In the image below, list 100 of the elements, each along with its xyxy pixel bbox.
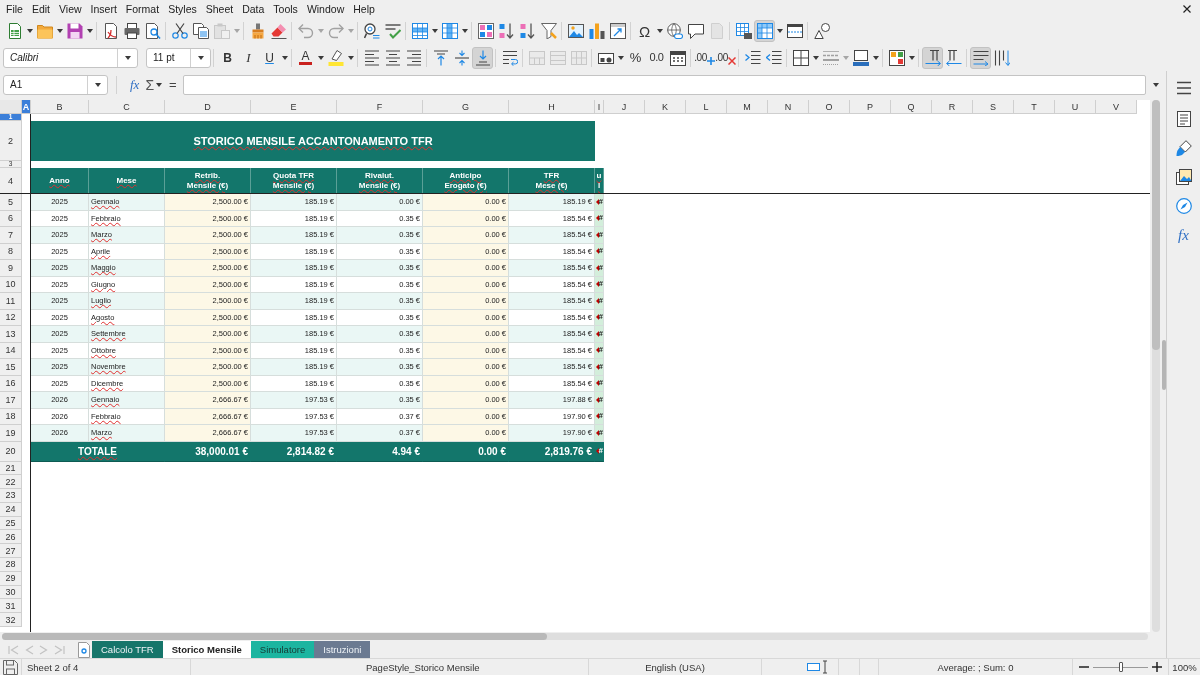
vertical-scrollbar[interactable]: [1152, 100, 1160, 632]
row-header[interactable]: 9: [0, 260, 22, 277]
row-header[interactable]: 13: [0, 326, 22, 343]
column-header[interactable]: G: [423, 100, 509, 114]
row-header[interactable]: 19: [0, 425, 22, 442]
row-header[interactable]: 22: [0, 475, 22, 490]
caret-icon[interactable]: [1153, 82, 1159, 87]
plus-icon[interactable]: [1152, 662, 1162, 672]
toolbar-button[interactable]: %: [625, 46, 646, 69]
menu-item[interactable]: File: [6, 3, 23, 15]
cross-icon[interactable]: [727, 56, 736, 65]
column-header[interactable]: P: [850, 100, 891, 114]
caret-icon[interactable]: [617, 55, 624, 60]
caret-icon[interactable]: [656, 29, 663, 33]
caret-icon[interactable]: [908, 55, 915, 60]
row-header[interactable]: 31: [0, 599, 22, 614]
scroll-thumb[interactable]: [2, 633, 547, 640]
column-header[interactable]: V: [1096, 100, 1137, 114]
toolbar-button[interactable]: Ω: [634, 20, 655, 42]
caret-icon[interactable]: [94, 82, 101, 87]
menu-item[interactable]: Edit: [31, 3, 50, 15]
selection-mode-icon[interactable]: [807, 660, 828, 674]
menu-item[interactable]: Insert: [90, 3, 117, 15]
column-header[interactable]: B: [31, 100, 89, 114]
scroll-thumb[interactable]: [1152, 100, 1160, 351]
new-sheet-icon[interactable]: [78, 641, 90, 658]
column-header[interactable]: U: [1055, 100, 1096, 114]
row-header[interactable]: 23: [0, 489, 22, 503]
row-header[interactable]: 28: [0, 558, 22, 572]
caret-icon[interactable]: [431, 29, 438, 33]
menu-item[interactable]: Data: [242, 3, 265, 15]
menu-item[interactable]: Tools: [273, 3, 298, 15]
row-header[interactable]: 4: [0, 168, 22, 194]
row-header[interactable]: 26: [0, 530, 22, 545]
column-header[interactable]: O: [809, 100, 850, 114]
column-header[interactable]: S: [973, 100, 1014, 114]
save-icon[interactable]: [3, 659, 18, 675]
sidebar-tab[interactable]: fx: [1171, 223, 1196, 247]
sum-button[interactable]: Σ: [145, 76, 155, 93]
column-header[interactable]: M: [727, 100, 768, 114]
row-header[interactable]: 11: [0, 293, 22, 310]
horizontal-scrollbar[interactable]: [2, 633, 1148, 640]
column-header[interactable]: H: [509, 100, 595, 114]
toolbar-button[interactable]: B: [217, 46, 238, 69]
caret-icon[interactable]: [317, 55, 324, 60]
caret-icon[interactable]: [281, 55, 288, 60]
row-header[interactable]: 5: [0, 194, 22, 211]
menu-item[interactable]: View: [59, 3, 82, 15]
caret-icon[interactable]: [812, 55, 819, 60]
toolbar-button[interactable]: U: [259, 46, 280, 69]
toolbar-button[interactable]: 0.0: [646, 46, 667, 69]
row-header[interactable]: 2: [0, 121, 22, 161]
column-header[interactable]: Q: [891, 100, 932, 114]
menu-item[interactable]: Styles: [168, 3, 197, 15]
name-box[interactable]: A1: [3, 74, 108, 95]
column-header[interactable]: I: [595, 100, 604, 114]
caret-icon[interactable]: [26, 29, 33, 33]
zoom-thumb[interactable]: [1118, 662, 1123, 672]
plus-icon[interactable]: [706, 56, 715, 65]
menu-item[interactable]: Sheet: [205, 3, 234, 15]
toolbar-button[interactable]: I: [238, 46, 259, 69]
formula-input[interactable]: [182, 74, 1146, 95]
menu-item[interactable]: Format: [125, 3, 160, 15]
caret-icon[interactable]: [461, 29, 468, 33]
caret-icon[interactable]: [872, 55, 879, 60]
column-header[interactable]: N: [768, 100, 809, 114]
column-header[interactable]: J: [604, 100, 645, 114]
toolbar-button[interactable]: .00: [694, 46, 715, 69]
menu-item[interactable]: Window: [306, 3, 345, 15]
column-header[interactable]: F: [337, 100, 423, 114]
formula-button[interactable]: =: [169, 77, 177, 92]
column-header[interactable]: C: [89, 100, 165, 114]
caret-icon[interactable]: [776, 29, 783, 33]
caret-icon[interactable]: [197, 55, 204, 60]
column-header[interactable]: L: [686, 100, 727, 114]
font-size-box[interactable]: 11 pt: [146, 47, 211, 68]
row-header[interactable]: 32: [0, 613, 22, 628]
sidebar-handle[interactable]: [1162, 340, 1166, 390]
column-header[interactable]: E: [251, 100, 337, 114]
function-wizard-button[interactable]: fx: [130, 76, 140, 93]
menu-item[interactable]: Help: [353, 3, 375, 15]
caret-icon[interactable]: [155, 82, 162, 87]
close-icon[interactable]: [1183, 5, 1191, 13]
toolbar-button[interactable]: .00: [715, 46, 736, 69]
sheet-tab[interactable]: Calcolo TFR: [92, 641, 163, 658]
caret-icon[interactable]: [56, 29, 63, 33]
caret-icon[interactable]: [347, 55, 354, 60]
caret-icon[interactable]: [86, 29, 93, 33]
column-header[interactable]: K: [645, 100, 686, 114]
row-header[interactable]: 7: [0, 227, 22, 244]
sheet-tab[interactable]: Istruzioni: [314, 641, 371, 658]
column-header[interactable]: R: [932, 100, 973, 114]
toolbar-button[interactable]: A: [295, 46, 316, 69]
row-header[interactable]: 27: [0, 544, 22, 559]
sheet-tab[interactable]: Simulatore: [250, 641, 315, 658]
row-header[interactable]: 17: [0, 392, 22, 409]
caret-icon[interactable]: [124, 55, 131, 60]
row-header[interactable]: 20: [0, 441, 22, 462]
row-header[interactable]: 15: [0, 359, 22, 376]
column-header[interactable]: T: [1014, 100, 1055, 114]
